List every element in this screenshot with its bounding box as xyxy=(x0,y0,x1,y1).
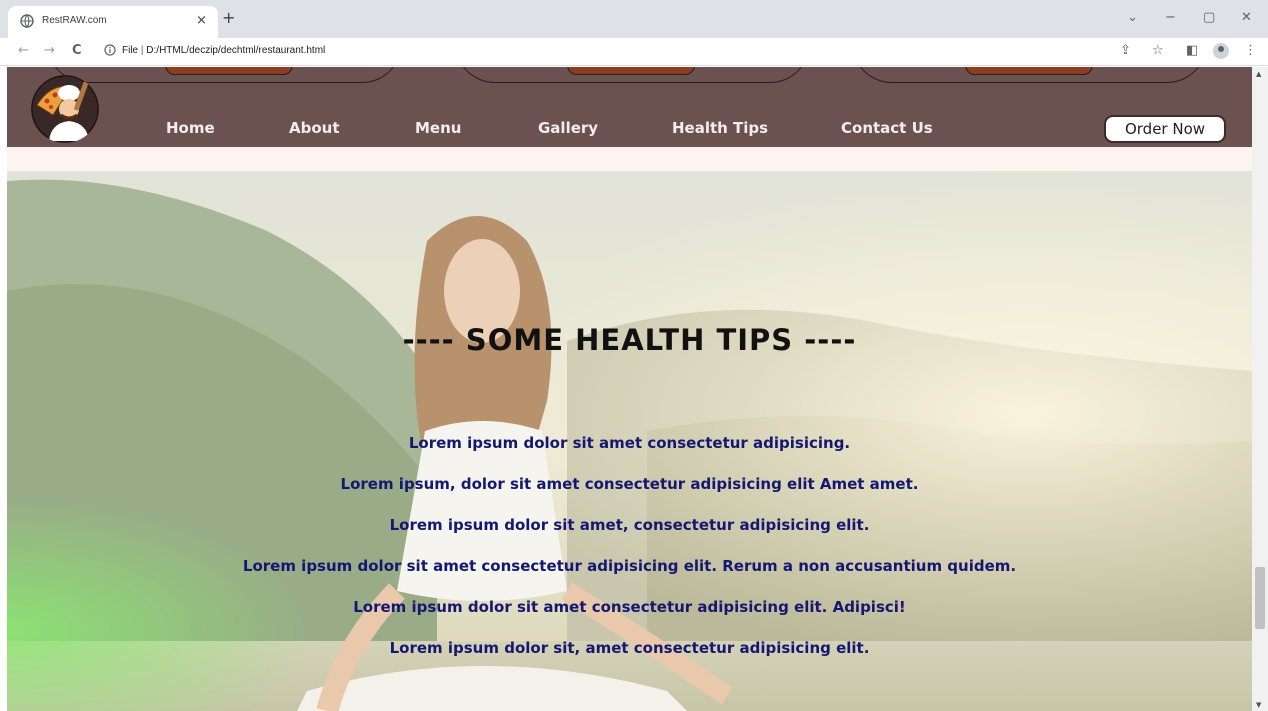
menu-kebab-icon[interactable]: ⋮ xyxy=(1244,43,1257,59)
page-scrollbar[interactable]: ▲ ▼ xyxy=(1252,67,1268,711)
minimize-button[interactable]: − xyxy=(1165,10,1176,26)
nav-link-about[interactable]: About xyxy=(289,119,340,137)
back-button[interactable]: ← xyxy=(18,43,29,59)
new-tab-button[interactable]: + xyxy=(222,10,235,26)
health-tip-item: Lorem ipsum dolor sit amet consectetur a… xyxy=(408,434,851,452)
scroll-up-arrow-icon[interactable]: ▲ xyxy=(1256,70,1261,78)
health-tip-item: Lorem ipsum dolor sit amet consectetur a… xyxy=(242,557,1017,575)
health-tips-list: Lorem ipsum dolor sit amet consectetur a… xyxy=(7,423,1252,669)
info-icon[interactable] xyxy=(104,44,116,56)
nav-link-menu[interactable]: Menu xyxy=(415,119,461,137)
health-tips-section: ---- SOME HEALTH TIPS ---- Lorem ipsum d… xyxy=(7,171,1252,711)
restore-button[interactable]: ▢ xyxy=(1203,10,1215,26)
url-scheme-label: File xyxy=(122,45,139,56)
decorative-arc-button xyxy=(567,67,695,75)
scrollbar-thumb[interactable] xyxy=(1255,567,1265,629)
health-tip-item: Lorem ipsum dolor sit amet consectetur a… xyxy=(353,598,906,616)
profile-avatar[interactable] xyxy=(1213,43,1229,59)
url-path: D:/HTML/deczip/dechtml/restaurant.html xyxy=(146,45,326,56)
health-tip-item: Lorem ipsum dolor sit amet, consectetur … xyxy=(389,516,870,534)
bookmark-star-icon[interactable]: ☆ xyxy=(1152,43,1164,59)
order-now-button[interactable]: Order Now xyxy=(1104,115,1226,143)
globe-icon xyxy=(20,14,34,28)
nav-link-contact-us[interactable]: Contact Us xyxy=(841,119,933,137)
share-icon[interactable]: ⇪ xyxy=(1120,43,1131,59)
url-field[interactable]: File | D:/HTML/deczip/dechtml/restaurant… xyxy=(122,45,325,56)
health-tip-item: Lorem ipsum, dolor sit amet consectetur … xyxy=(340,475,919,493)
address-bar: ← → C File | D:/HTML/deczip/dechtml/rest… xyxy=(0,38,1268,66)
browser-tab[interactable]: RestRAW.com × xyxy=(8,6,218,38)
page-viewport: Home About Menu Gallery Health Tips Cont… xyxy=(7,67,1252,711)
browser-tab-bar: RestRAW.com × + ⌄ − ▢ ✕ xyxy=(0,0,1268,38)
chef-logo[interactable] xyxy=(31,75,99,143)
side-panel-icon[interactable]: ◧ xyxy=(1186,43,1198,59)
decorative-arc-button xyxy=(965,67,1093,75)
url-separator: | xyxy=(140,45,144,56)
health-tip-item: Lorem ipsum dolor sit, amet consectetur … xyxy=(389,639,870,657)
site-navbar: Home About Menu Gallery Health Tips Cont… xyxy=(7,67,1252,147)
nav-link-home[interactable]: Home xyxy=(166,119,215,137)
scroll-down-arrow-icon[interactable]: ▼ xyxy=(1256,701,1261,709)
chef-pizza-icon xyxy=(31,75,99,143)
forward-button[interactable]: → xyxy=(44,43,55,59)
health-tips-heading: ---- SOME HEALTH TIPS ---- xyxy=(402,323,857,357)
tab-title: RestRAW.com xyxy=(42,15,107,26)
close-window-button[interactable]: ✕ xyxy=(1241,10,1252,26)
tab-search-icon[interactable]: ⌄ xyxy=(1127,10,1138,26)
reload-button[interactable]: C xyxy=(72,43,82,59)
close-tab-icon[interactable]: × xyxy=(196,13,207,28)
decorative-arc-button xyxy=(165,67,293,75)
nav-link-health-tips[interactable]: Health Tips xyxy=(672,119,768,137)
nav-link-gallery[interactable]: Gallery xyxy=(538,119,598,137)
